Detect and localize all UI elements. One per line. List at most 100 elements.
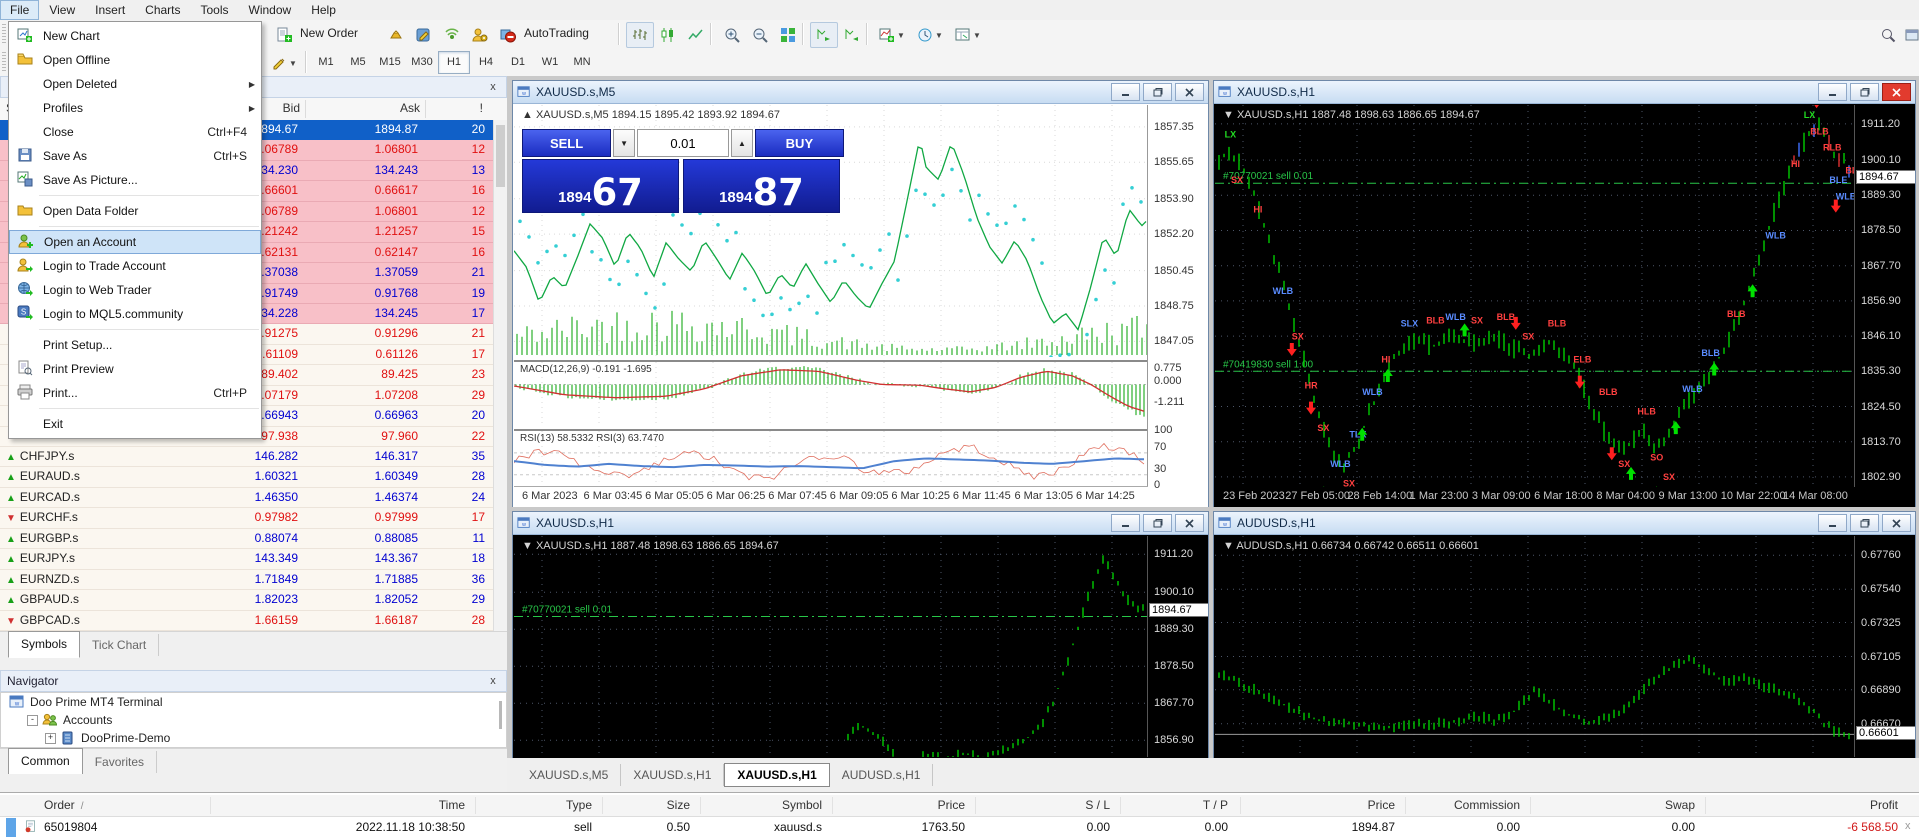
close-icon[interactable] xyxy=(1882,514,1911,532)
market-watch-row[interactable]: ▲GBPAUD.s1.820231.8205229 xyxy=(0,590,493,610)
market-watch-row[interactable]: ▲EURAUD.s1.603211.6034928 xyxy=(0,467,493,487)
column-header-order[interactable]: Order/ xyxy=(44,798,83,812)
column-header-profit[interactable]: Profit xyxy=(1748,798,1898,812)
menu-item-login-to-trade-account[interactable]: Login to Trade Account xyxy=(9,254,261,278)
navigator-item-dooprime-demo[interactable]: +DooPrime-Demo xyxy=(1,729,506,747)
signals-icon[interactable] xyxy=(438,22,466,48)
menu-item-print-setup[interactable]: Print Setup... xyxy=(9,333,261,357)
column-header-commission[interactable]: Commission xyxy=(1370,798,1520,812)
tile-windows-icon[interactable] xyxy=(774,22,802,48)
restore-icon[interactable] xyxy=(1143,514,1172,532)
order-row-65019804[interactable]: 650198042022.11.18 10:38:50sell0.50xauus… xyxy=(0,817,1919,837)
menu-item-exit[interactable]: Exit xyxy=(9,412,261,436)
sell-button[interactable]: SELL xyxy=(522,129,611,157)
menu-item-print[interactable]: Print...Ctrl+P xyxy=(9,381,261,405)
market-watch-row[interactable]: ▼EURCHF.s0.979820.9799917 xyxy=(0,508,493,528)
market-watch-row[interactable]: ▲EURGBP.s0.880740.8808511 xyxy=(0,529,493,549)
chart-tab-xauusd-s-m5-0[interactable]: XAUUSD.s,M5 xyxy=(517,764,621,786)
zoom-out-icon[interactable] xyxy=(746,22,774,48)
tab-symbols[interactable]: Symbols xyxy=(8,631,80,658)
buy-price-display[interactable]: 189487 xyxy=(683,159,840,213)
chart-plot-area[interactable]: MACD(12,26,9) -0.191 -1.695 RSI(13) 58.5… xyxy=(514,105,1148,488)
menu-insert[interactable]: Insert xyxy=(85,0,135,20)
timeframe-h4[interactable]: H4 xyxy=(470,51,502,74)
menu-item-profiles[interactable]: Profiles▶ xyxy=(9,96,261,120)
minimize-icon[interactable] xyxy=(1111,83,1140,101)
navigator-close-icon[interactable]: x xyxy=(486,675,500,687)
menu-item-print-preview[interactable]: Print Preview xyxy=(9,357,261,381)
sell-price-display[interactable]: 189467 xyxy=(522,159,679,213)
minimize-icon[interactable] xyxy=(1818,514,1847,532)
bar-chart-icon[interactable] xyxy=(626,22,654,48)
chart-plot-area[interactable]: #70770021 sell 0.01#70419830 sell 1.00LX… xyxy=(1215,105,1855,488)
chart-window-titlebar[interactable]: wXAUUSD.s,H1 xyxy=(513,512,1208,535)
column-header-ask[interactable]: Ask xyxy=(350,101,420,115)
new-order-button[interactable]: New Order xyxy=(300,26,358,40)
toolbar-grip[interactable] xyxy=(2,52,6,72)
market-watch-scrollbar[interactable] xyxy=(493,120,507,631)
chart-window-titlebar[interactable]: wXAUUSD.s,M5 xyxy=(513,81,1208,104)
buy-button[interactable]: BUY xyxy=(755,129,844,157)
market-watch-row[interactable]: ▼GBPCAD.s1.661591.6618728 xyxy=(0,611,493,631)
timeframe-m1[interactable]: M1 xyxy=(310,51,342,74)
menu-charts[interactable]: Charts xyxy=(135,0,190,20)
volume-input[interactable] xyxy=(637,129,729,157)
column-header-size[interactable]: Size xyxy=(540,798,690,812)
minimize-icon[interactable] xyxy=(1111,514,1140,532)
chart-shift-icon[interactable] xyxy=(838,22,866,48)
menu-item-save-as-picture[interactable]: Save As Picture... xyxy=(9,168,261,192)
volume-up-icon[interactable]: ▲ xyxy=(731,129,753,157)
chart-tab-xauusd-s-h1-2[interactable]: XAUUSD.s,H1 xyxy=(724,763,829,787)
chart-tab-audusd-s-h1-3[interactable]: AUDUSD.s,H1 xyxy=(830,764,934,786)
market-watch-row[interactable]: ▲EURNZD.s1.718491.7188536 xyxy=(0,570,493,590)
menu-window[interactable]: Window xyxy=(239,0,302,20)
close-icon[interactable] xyxy=(1882,83,1911,101)
autotrading-icon[interactable] xyxy=(494,22,522,48)
timeframe-w1[interactable]: W1 xyxy=(534,51,566,74)
menu-help[interactable]: Help xyxy=(301,0,346,20)
column-header-price[interactable]: Price xyxy=(815,798,965,812)
window-small-icon[interactable] xyxy=(1898,22,1919,48)
chart-tab-xauusd-s-h1-1[interactable]: XAUUSD.s,H1 xyxy=(621,764,724,786)
navigator-item-accounts[interactable]: -Accounts xyxy=(1,711,506,729)
menu-item-open-offline[interactable]: Open Offline xyxy=(9,48,261,72)
crosshair-tool-icon[interactable]: ▼ xyxy=(265,50,303,76)
menu-view[interactable]: View xyxy=(39,0,85,20)
zoom-in-icon[interactable] xyxy=(718,22,746,48)
market-watch-row[interactable]: ▲EURCAD.s1.463501.4637424 xyxy=(0,488,493,508)
menu-item-open-an-account[interactable]: Open an Account xyxy=(9,230,261,254)
column-header-spread[interactable]: ! xyxy=(413,101,483,115)
indicators-icon[interactable]: ▼ xyxy=(874,22,910,48)
menu-item-login-to-mql5-community[interactable]: SLogin to MQL5.community xyxy=(9,302,261,326)
restore-icon[interactable] xyxy=(1143,83,1172,101)
timeframe-m5[interactable]: M5 xyxy=(342,51,374,74)
minimize-icon[interactable] xyxy=(1818,83,1847,101)
autotrading-button[interactable]: AutoTrading xyxy=(524,26,589,40)
timeframe-mn[interactable]: MN xyxy=(566,51,598,74)
user-gear-icon[interactable] xyxy=(466,22,494,48)
tab-tick-chart[interactable]: Tick Chart xyxy=(80,634,159,656)
gold-icon[interactable] xyxy=(382,22,410,48)
candles-icon[interactable] xyxy=(654,22,682,48)
timeframe-m30[interactable]: M30 xyxy=(406,51,438,74)
toolbar-grip[interactable] xyxy=(2,24,6,44)
market-watch-close-icon[interactable]: x xyxy=(486,81,500,93)
navigator-scrollbar[interactable] xyxy=(499,701,502,729)
market-watch-row[interactable]: ▲CHFJPY.s146.282146.31735 xyxy=(0,447,493,467)
tab-favorites[interactable]: Favorites xyxy=(83,751,157,773)
column-header-symbol[interactable]: Symbol xyxy=(672,798,822,812)
close-icon[interactable] xyxy=(1175,83,1204,101)
chart-plot-area[interactable]: #70770021 sell 0.01▼ XAUUSD.s,H1 1887.48… xyxy=(514,536,1148,757)
tab-common[interactable]: Common xyxy=(8,748,83,775)
collapse-icon[interactable]: - xyxy=(27,715,38,726)
menu-item-login-to-web-trader[interactable]: Login to Web Trader xyxy=(9,278,261,302)
restore-icon[interactable] xyxy=(1850,514,1879,532)
timeframe-d1[interactable]: D1 xyxy=(502,51,534,74)
templates-icon[interactable]: ▼ xyxy=(950,22,986,48)
market-watch-row[interactable]: ▲EURJPY.s143.349143.36718 xyxy=(0,549,493,569)
chart-plot-area[interactable]: ▼ AUDUSD.s,H1 0.66734 0.66742 0.66511 0.… xyxy=(1215,536,1855,757)
menu-tools[interactable]: Tools xyxy=(191,0,239,20)
chart-window-titlebar[interactable]: wAUDUSD.s,H1 xyxy=(1214,512,1915,535)
neworder-icon[interactable] xyxy=(270,22,298,48)
column-header-swap[interactable]: Swap xyxy=(1545,798,1695,812)
